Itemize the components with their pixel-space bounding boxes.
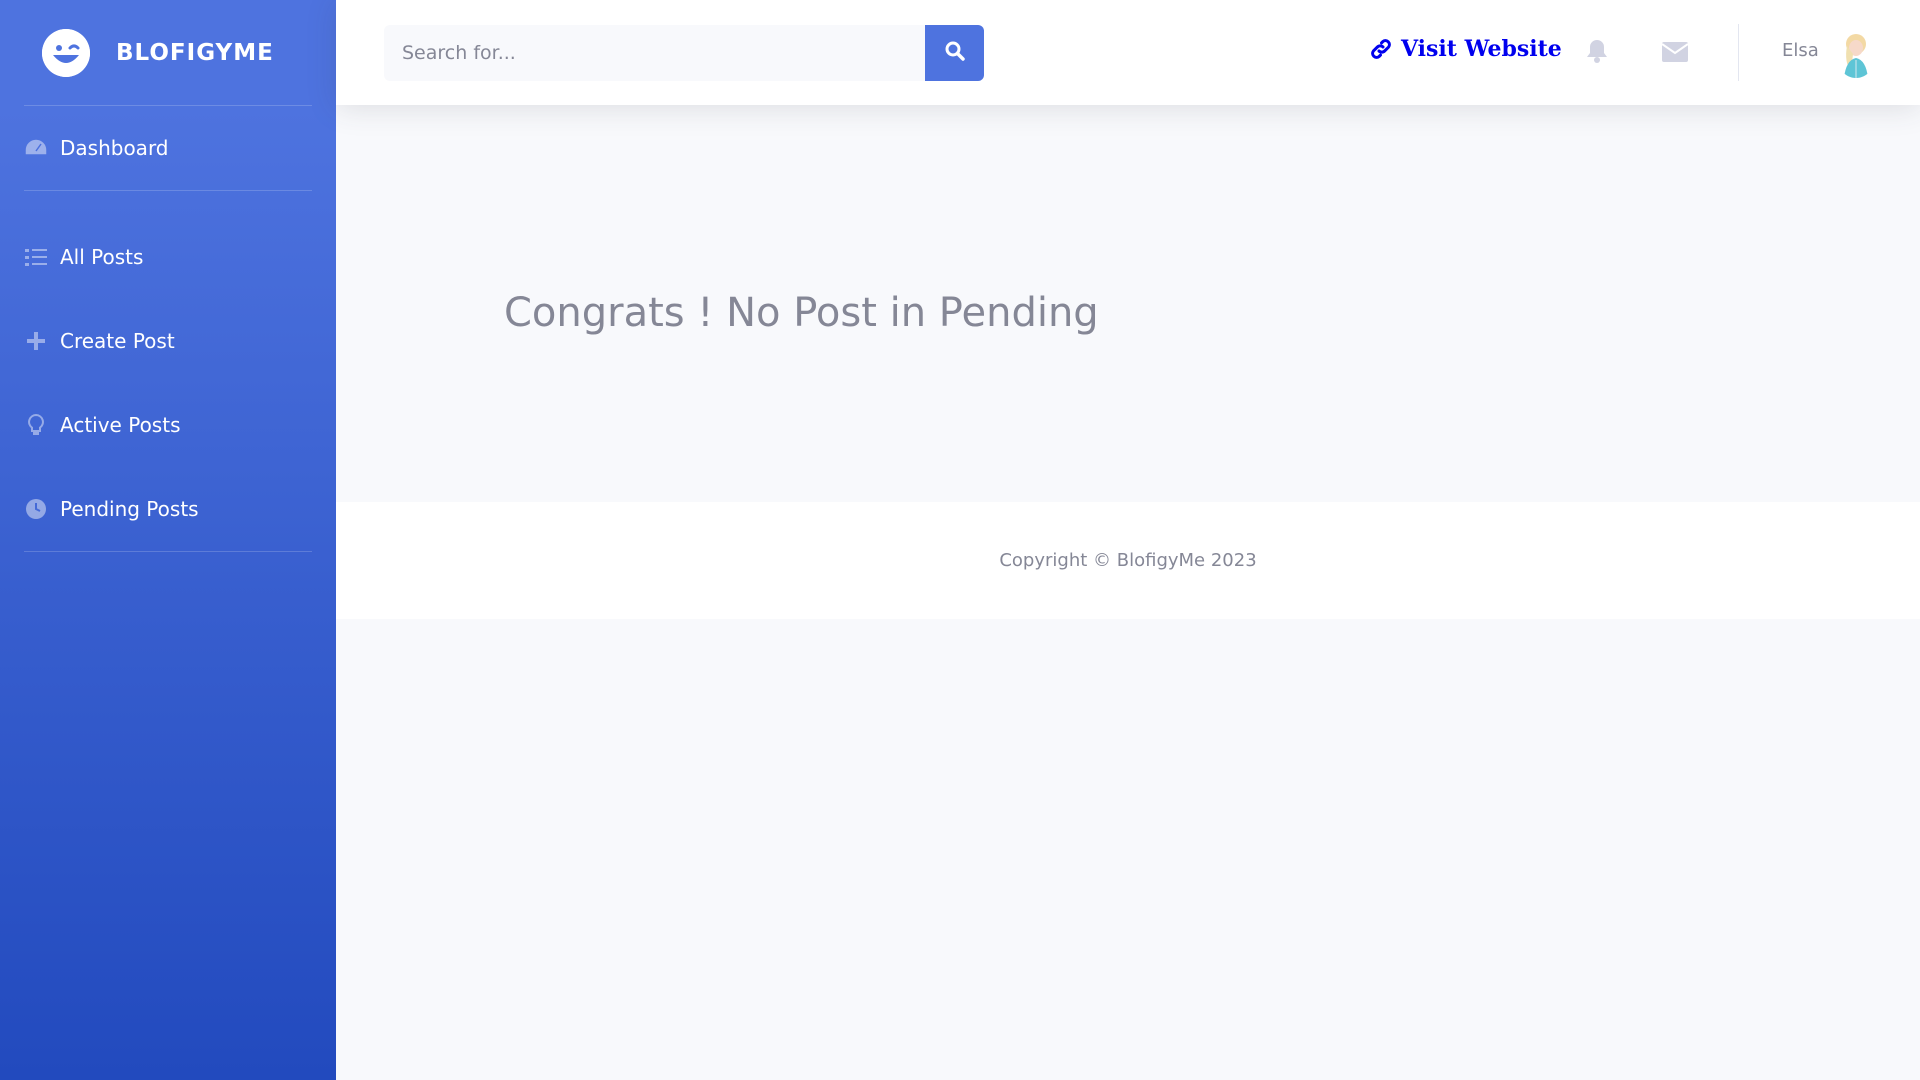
sidebar-item-all-posts[interactable]: All Posts [0, 215, 336, 299]
sidebar-item-label: Create Post [60, 329, 175, 353]
brand-name: BLOFIGYME [116, 39, 274, 66]
sidebar-item-dashboard[interactable]: Dashboard [0, 106, 336, 190]
tasks-icon [24, 245, 48, 269]
sidebar-item-label: Dashboard [60, 136, 169, 160]
visit-website-label: Visit Website [1401, 36, 1562, 62]
avatar[interactable] [1836, 32, 1876, 78]
sidebar-item-create-post[interactable]: Create Post [0, 299, 336, 383]
sidebar-item-label: Active Posts [60, 413, 181, 437]
plus-icon [24, 329, 48, 353]
bell-icon[interactable] [1586, 38, 1608, 68]
topbar: Visit Website Elsa [336, 0, 1920, 105]
brand[interactable]: BLOFIGYME [0, 0, 336, 105]
user-name[interactable]: Elsa [1782, 40, 1819, 61]
sidebar-item-label: All Posts [60, 245, 144, 269]
search-input[interactable] [384, 25, 926, 81]
visit-website-link[interactable]: Visit Website [1369, 36, 1562, 62]
sidebar-item-pending-posts[interactable]: Pending Posts [0, 467, 336, 551]
copyright-text: Copyright © BlofigyMe 2023 [999, 550, 1257, 571]
clock-icon [24, 497, 48, 521]
sidebar-divider [24, 551, 312, 552]
lightbulb-icon [24, 413, 48, 437]
tachometer-icon [24, 136, 48, 160]
laugh-wink-icon [42, 28, 90, 77]
search-form [384, 25, 984, 81]
search-button[interactable] [925, 25, 984, 81]
search-icon [945, 41, 965, 65]
sidebar-item-label: Pending Posts [60, 497, 199, 521]
sidebar: BLOFIGYME Dashboard All Posts Create Pos… [0, 0, 336, 1080]
topbar-divider [1738, 24, 1739, 81]
link-icon [1369, 37, 1393, 61]
empty-state-message: Congrats ! No Post in Pending [504, 290, 1099, 336]
envelope-icon[interactable] [1661, 42, 1689, 66]
footer: Copyright © BlofigyMe 2023 [336, 502, 1920, 619]
sidebar-item-active-posts[interactable]: Active Posts [0, 383, 336, 467]
